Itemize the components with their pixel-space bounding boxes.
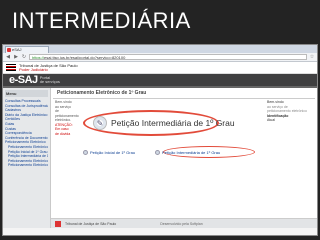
esaj-logo[interactable]: e-SAJ [9, 74, 38, 86]
slide-title: INTERMEDIÁRIA [12, 8, 191, 33]
page-heading: Peticionamento Eletrônico de 1º Grau [53, 88, 315, 99]
browser-tab[interactable]: eSAJ [5, 46, 49, 53]
link-peticao-inicial[interactable]: Petição Inicial de 1º Grau [83, 150, 135, 155]
sidebar-title: Menu [5, 90, 48, 97]
link-peticao-inicial-label: Petição Inicial de 1º Grau [90, 150, 136, 155]
esaj-sub-line2: de serviços [39, 79, 60, 84]
footer-left-text: Tribunal de Justiça de São Paulo [65, 221, 117, 226]
url-text: esaj.tjsp.jus.br/esaj/portal.do?servico=… [44, 55, 126, 60]
esaj-banner: e-SAJ Portal de serviços [3, 74, 317, 88]
reload-icon[interactable]: ↻ [21, 54, 27, 60]
browser-screenshot: eSAJ ◀ ▶ ↻ https://esaj.tjsp.jus.br/esaj… [2, 44, 318, 236]
sidebar-subitem[interactable]: Peticionamento Eletrônico de 1º Grau [5, 145, 48, 150]
address-bar: ◀ ▶ ↻ https://esaj.tjsp.jus.br/esaj/port… [3, 53, 317, 62]
tj-header-text: Tribunal de Justiça de São Paulo Poder J… [19, 63, 78, 72]
user-panel: Bem-vindo ao serviço de peticionamento e… [267, 100, 313, 123]
big-intermediaria-label: Petição Intermediária de 1º Grau [111, 118, 235, 128]
page-body: Menu Consultas Processuais Consultas de … [3, 88, 317, 228]
star-icon[interactable]: ☆ [309, 54, 315, 60]
esaj-subtitle: Portal de serviços [40, 76, 60, 84]
back-arrow-icon[interactable]: ◀ [5, 54, 11, 60]
user-panel-line: peticionamento eletrônico [267, 109, 307, 113]
url-field[interactable]: https://esaj.tjsp.jus.br/esaj/portal.do?… [29, 54, 307, 60]
footer-logo-icon [55, 220, 61, 227]
browser-tabbar: eSAJ [3, 45, 317, 53]
browser-tab-label: eSAJ [12, 47, 22, 52]
link-peticao-intermediaria-label: Petição Intermediária de 1º Grau [162, 150, 221, 155]
petition-icon: ✎ [93, 116, 107, 130]
favicon-icon [7, 48, 11, 52]
footer-center-text: Desenvolvido pela Softplan [160, 221, 203, 226]
document-icon [83, 150, 88, 155]
tj-subtitle: Poder Judiciário [19, 66, 48, 72]
sp-flag-icon [6, 64, 16, 71]
main-content: Peticionamento Eletrônico de 1º Grau Bem… [51, 88, 317, 228]
slide: INTERMEDIÁRIA eSAJ ◀ ▶ ↻ https://esaj.tj… [0, 0, 320, 240]
petition-links: Petição Inicial de 1º Grau Petição Inter… [83, 150, 220, 155]
forward-arrow-icon[interactable]: ▶ [13, 54, 19, 60]
big-intermediaria-link[interactable]: ✎ Petição Intermediária de 1º Grau [93, 116, 235, 130]
url-scheme: https:// [32, 55, 45, 60]
document-icon [155, 150, 161, 155]
page-footer: Tribunal de Justiça de São Paulo Desenvo… [51, 218, 317, 228]
sidebar-menu: Menu Consultas Processuais Consultas de … [3, 88, 51, 228]
welcome-note: Bem-vindo ao serviço de peticionamento e… [55, 100, 79, 136]
user-panel-line: Atual [267, 118, 275, 122]
tj-header: Tribunal de Justiça de São Paulo Poder J… [3, 62, 317, 74]
warning-line: de dúvida [55, 131, 71, 136]
sidebar-subitem[interactable]: Peticionamento Eletrônico de 2º Grau [5, 163, 48, 168]
link-peticao-intermediaria[interactable]: Petição Intermediária de 1º Grau [155, 150, 220, 155]
